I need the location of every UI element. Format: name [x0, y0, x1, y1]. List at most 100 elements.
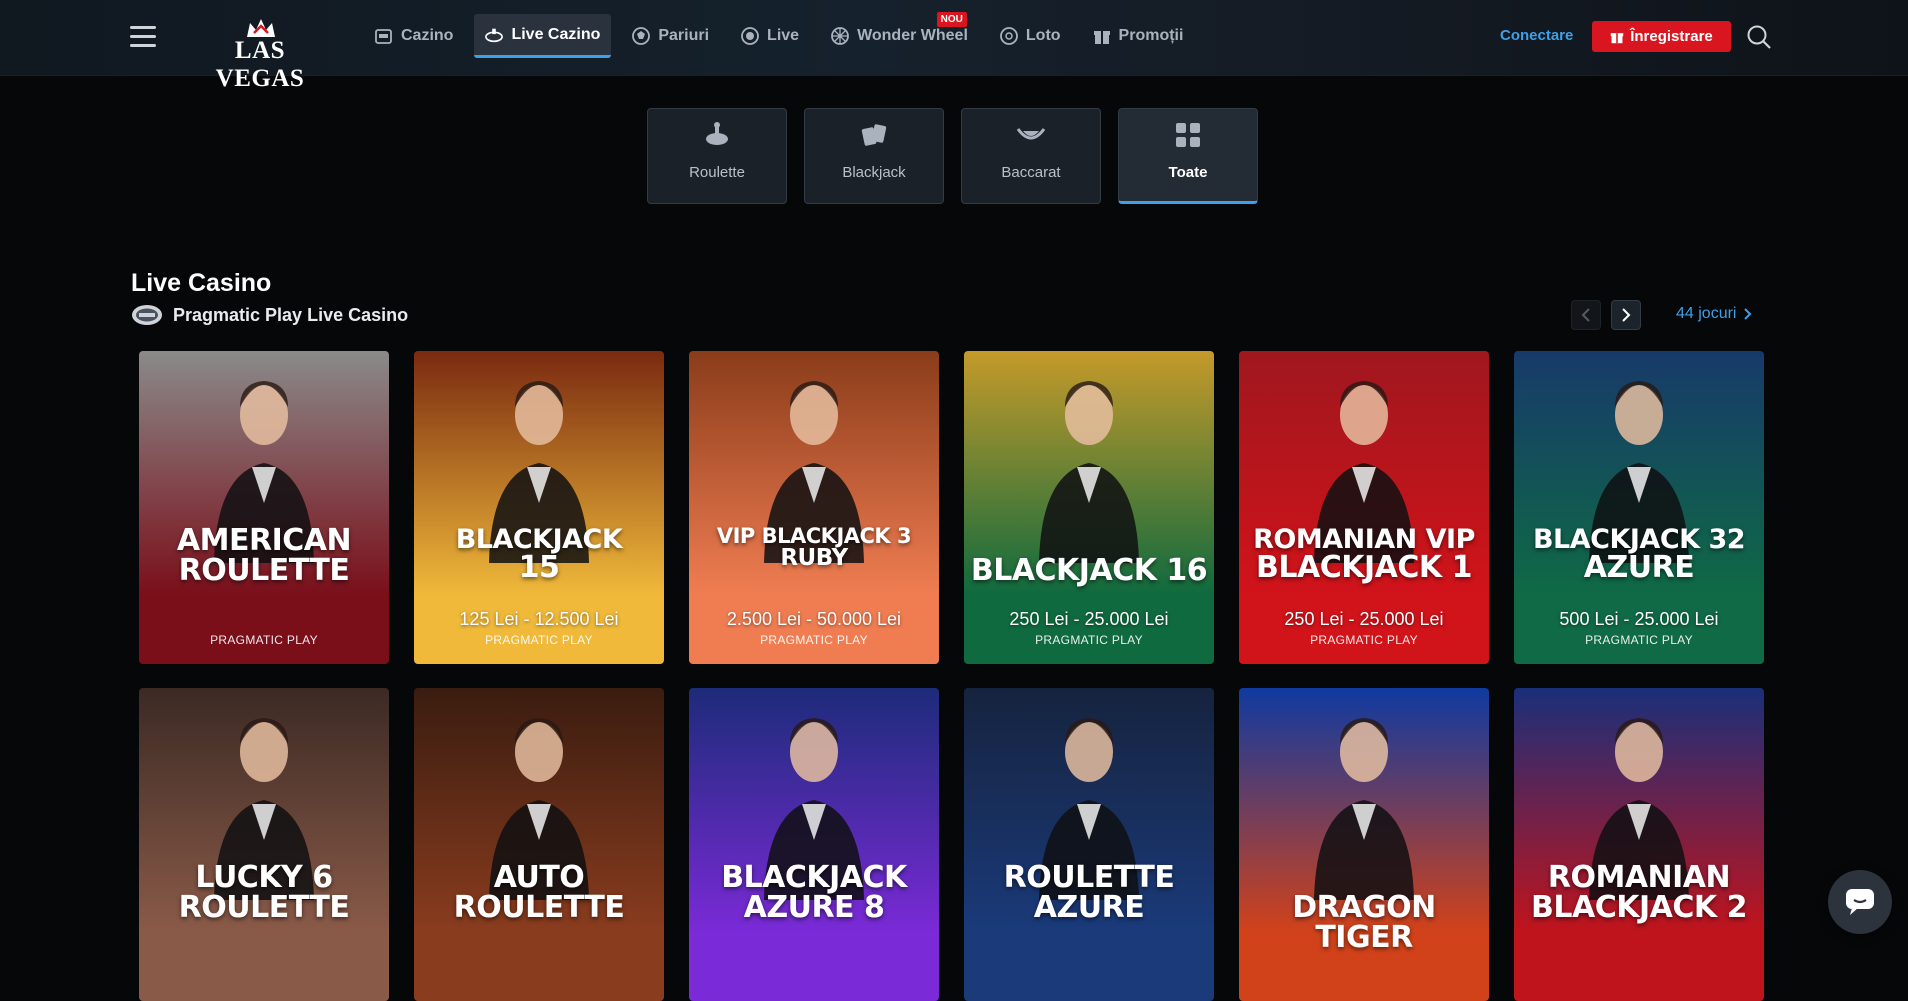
gift-icon [1610, 30, 1624, 44]
nav-item-loto[interactable]: Loto [989, 14, 1072, 58]
game-provider: PRAGMATIC PLAY [760, 633, 868, 647]
tab-baccarat[interactable]: Baccarat [961, 108, 1101, 204]
game-provider: PRAGMATIC PLAY [485, 633, 593, 647]
chevron-left-icon [1581, 308, 1590, 322]
game-title-line: LUCKY 6 [195, 860, 333, 895]
las-vegas-chip-icon [132, 305, 162, 325]
game-card[interactable]: ROMANIAN BLACKJACK 2 [1514, 688, 1764, 1001]
game-card[interactable]: AMERICAN ROULETTE PRAGMATIC PLAY [139, 351, 389, 664]
category-tabs: Roulette Blackjack Baccarat Toate [647, 108, 1258, 204]
game-title: BLACKJACK AZURE 8 [689, 863, 939, 923]
game-card[interactable]: ROULETTE AZURE [964, 688, 1214, 1001]
game-provider: PRAGMATIC PLAY [1585, 633, 1693, 647]
game-limits: 2.500 Lei - 50.000 Lei [726, 609, 902, 629]
game-title-line: DRAGON TIGER [1292, 890, 1436, 955]
nav-label: Live Cazino [511, 25, 601, 43]
menu-icon[interactable] [130, 26, 156, 48]
nav-label: Loto [1025, 27, 1061, 44]
game-card[interactable]: BLACKJACK 15 125 Lei - 12.500 Lei PRAGMATIC… [414, 351, 664, 664]
game-title: BLACKJACK 15 [414, 526, 664, 583]
logo-text: LAS VEGAS [215, 37, 305, 92]
game-card[interactable]: BLACKJACK 16 250 Lei - 25.000 Lei PRAGMATI… [964, 351, 1214, 664]
game-title: ROMANIAN VIP BLACKJACK 1 [1239, 526, 1489, 583]
game-card[interactable]: ROMANIAN VIP BLACKJACK 1 250 Lei - 25.000 … [1239, 351, 1489, 664]
provider-heading: Pragmatic Play Live Casino [131, 303, 408, 327]
game-title: DRAGON TIGER [1239, 893, 1489, 953]
nav-item-promotii[interactable]: Promoții [1082, 14, 1195, 58]
game-card[interactable]: DRAGON TIGER [1239, 688, 1489, 1001]
game-card[interactable]: VIP BLACKJACK 3 RUBY 2.500 Lei - 50.000 Le… [689, 351, 939, 664]
game-title-line: ROULETTE [178, 890, 350, 925]
tab-label: Roulette [689, 164, 745, 181]
game-title: AUTO ROULETTE [414, 863, 664, 923]
nav-label: Live [767, 27, 800, 44]
game-card[interactable]: AUTO ROULETTE [414, 688, 664, 1001]
lottery-ball-icon [999, 27, 1018, 45]
next-button[interactable] [1611, 300, 1641, 330]
register-label: Înregistrare [1630, 28, 1713, 45]
game-title-line: BLACKJACK [721, 860, 907, 895]
game-card[interactable]: BLACKJACK 32 AZURE 500 Lei - 25.000 Lei PRA… [1514, 351, 1764, 664]
nav-item-live[interactable]: Live [730, 14, 810, 58]
login-link[interactable]: Conectare [1500, 27, 1573, 44]
tab-label: Toate [1168, 164, 1208, 181]
slot-machine-icon [375, 27, 393, 45]
game-title-line: AZURE 8 [743, 890, 885, 925]
dealer-image [1039, 381, 1139, 563]
roulette-table-icon [485, 26, 504, 44]
game-title-line: ROMANIAN [1547, 860, 1731, 895]
previous-button[interactable] [1571, 300, 1601, 330]
baccarat-table-icon [1015, 119, 1047, 151]
top-navigation-bar: LAS VEGAS Cazino Live Cazino Pariuri Liv… [0, 0, 1908, 92]
game-card[interactable]: BLACKJACK AZURE 8 [689, 688, 939, 1001]
cards-icon [858, 119, 890, 151]
gift-icon [1093, 27, 1111, 45]
game-title-line: BLACKJACK 2 [1531, 890, 1747, 925]
tab-blackjack[interactable]: Blackjack [804, 108, 944, 204]
game-title-line: 15 [518, 550, 560, 585]
roulette-icon [701, 119, 733, 151]
crown-icon [247, 19, 275, 37]
game-title-line: RUBY [780, 545, 848, 571]
nav-item-wonder-wheel[interactable]: Wonder Wheel NOU [820, 12, 979, 58]
game-title: AMERICAN ROULETTE [139, 526, 389, 586]
games-count-link[interactable]: 44 jocuri [1676, 305, 1752, 323]
main-nav: Cazino Live Cazino Pariuri Live Wonder W… [364, 12, 1204, 58]
provider-name: Pragmatic Play Live Casino [173, 304, 409, 325]
game-limits: 250 Lei - 25.000 Lei [1009, 609, 1169, 629]
tab-roulette[interactable]: Roulette [647, 108, 787, 204]
tab-label: Baccarat [1001, 164, 1061, 181]
game-title: ROMANIAN BLACKJACK 2 [1514, 863, 1764, 923]
game-grid: AMERICAN ROULETTE PRAGMATIC PLAY BLACKJACK 1… [139, 351, 1765, 1001]
game-card[interactable]: LUCKY 6 ROULETTE [139, 688, 389, 1001]
nav-item-live-cazino[interactable]: Live Cazino [474, 14, 612, 58]
game-title-line: ROULETTE [178, 553, 350, 588]
game-limits: 500 Lei - 25.000 Lei [1559, 609, 1719, 629]
chat-button[interactable] [1828, 870, 1892, 934]
soccer-ball-icon [632, 27, 651, 45]
section-title: Live Casino [131, 269, 272, 297]
tab-toate[interactable]: Toate [1118, 108, 1258, 204]
game-title-line: BLACKJACK 16 [970, 553, 1208, 588]
game-title: VIP BLACKJACK 3 RUBY [689, 526, 939, 570]
chat-icon [1846, 889, 1874, 915]
tab-label: Blackjack [842, 164, 906, 181]
game-title-line: AMERICAN [176, 523, 352, 558]
logo[interactable]: LAS VEGAS [190, 17, 330, 92]
game-title: BLACKJACK 16 [964, 556, 1214, 586]
nav-label: Cazino [401, 27, 454, 44]
nav-label: Wonder Wheel [857, 27, 968, 44]
game-limits: 250 Lei - 25.000 Lei [1284, 609, 1444, 629]
game-provider: PRAGMATIC PLAY [1310, 633, 1418, 647]
nav-item-pariuri[interactable]: Pariuri [621, 14, 720, 58]
wheel-icon [831, 27, 849, 45]
search-icon[interactable] [1746, 24, 1772, 50]
game-title: LUCKY 6 ROULETTE [139, 863, 389, 923]
game-provider: PRAGMATIC PLAY [1035, 633, 1143, 647]
game-title-line: ROULETTE [1003, 860, 1175, 895]
nav-item-cazino[interactable]: Cazino [364, 14, 464, 58]
register-button[interactable]: Înregistrare [1592, 21, 1731, 52]
game-title-line: ROMANIAN VIP [1253, 524, 1475, 555]
game-title-line: BLACKJACK 32 [1532, 524, 1746, 555]
game-title: BLACKJACK 32 AZURE [1514, 526, 1764, 583]
